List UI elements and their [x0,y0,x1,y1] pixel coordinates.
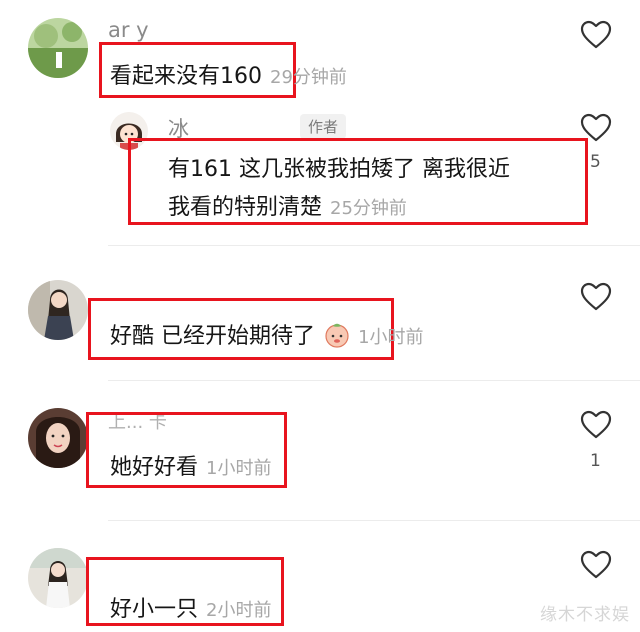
comment-body: 她好好看 1小时前 [110,449,271,481]
author-badge: 作者 [300,114,347,139]
avatar[interactable] [28,548,88,608]
avatar[interactable] [28,280,88,340]
divider [108,245,640,246]
heart-icon [580,113,612,142]
divider [108,520,640,521]
like-button[interactable] [580,410,612,444]
like-count: 5 [590,152,601,172]
divider [108,380,640,381]
comment-time: 2小时前 [206,600,272,621]
comment-text: 好小一只 [110,597,199,622]
avatar[interactable] [28,408,88,468]
comment-time: 1小时前 [358,327,424,348]
like-button[interactable] [580,20,612,54]
heart-icon [580,282,612,311]
reply-like-button[interactable] [580,113,612,147]
reply-time: 25分钟前 [330,198,407,219]
reply-text-line1: 有161 这几张被我拍矮了 离我很近 [168,157,510,182]
watermark: 缘木不求娱 [540,605,630,625]
heart-icon [580,20,612,49]
comment-text: 看起来没有160 [110,64,262,89]
like-count: 1 [590,451,601,471]
comment-body: 看起来没有160 29分钟前 [110,58,347,90]
reply-text-line2: 我看的特别清楚 [168,195,323,220]
comment-username[interactable]: ar y [108,18,149,42]
comment-body: 好小一只 2小时前 [110,591,271,623]
peach-emoji-icon [325,323,349,348]
reply-body-line2: 我看的特别清楚 25分钟前 [168,189,407,221]
comment-body: 好酷 已经开始期待了 1小时前 [110,318,424,350]
like-button[interactable] [580,550,612,584]
heart-icon [580,550,612,579]
heart-icon [580,410,612,439]
comment-text: 好酷 已经开始期待了 [110,324,315,349]
comment-time: 1小时前 [206,458,272,479]
comment-time: 29分钟前 [270,67,347,88]
avatar[interactable] [28,18,88,78]
like-button[interactable] [580,282,612,316]
comment-text: 她好好看 [110,455,199,480]
